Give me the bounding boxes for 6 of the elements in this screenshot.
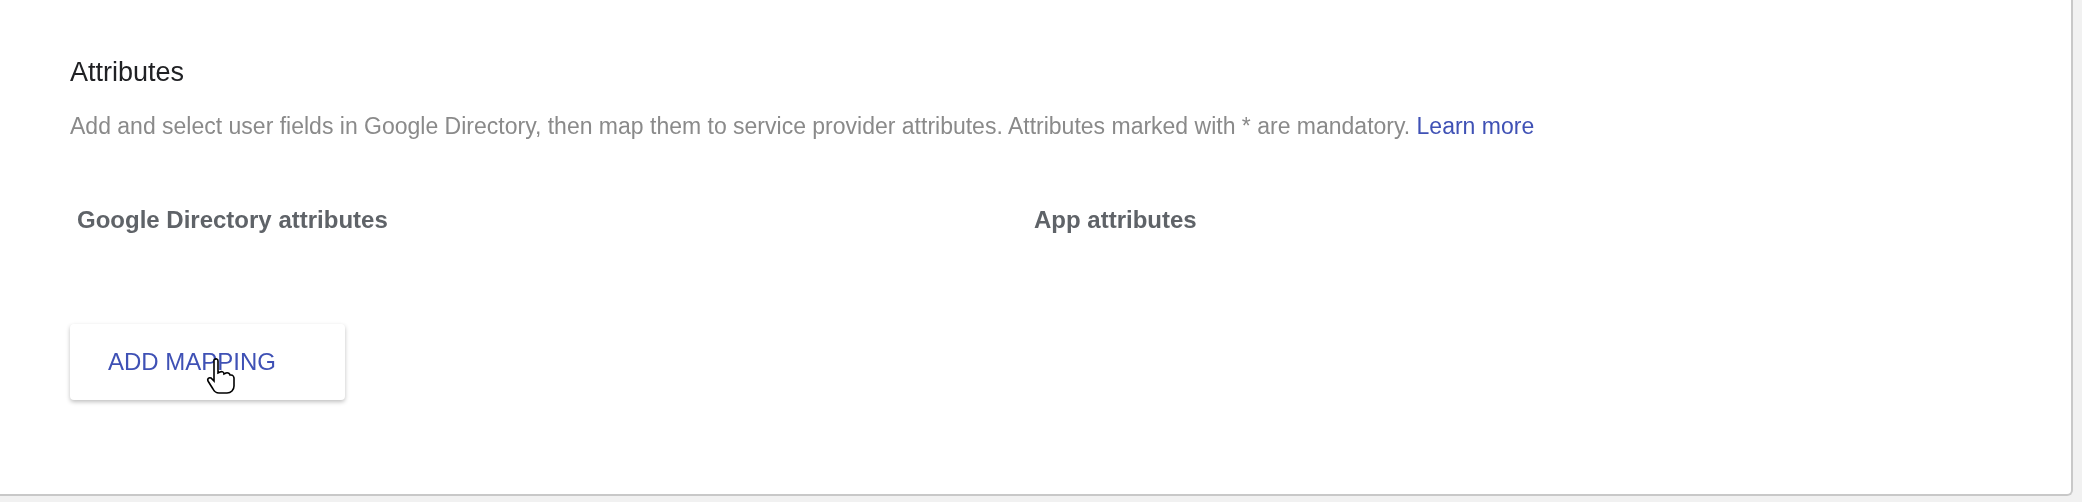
column-header: App attributes — [1034, 206, 1197, 233]
section-description: Add and select user fields in Google Directory, then map them to service provider attributes. Attributes marked with * are mandatory. — [70, 113, 1411, 139]
section-title: Attributes — [70, 56, 186, 89]
column-header: Google Directory attributes — [77, 206, 388, 233]
learn-more-link[interactable]: Learn more — [1416, 113, 1535, 139]
add-mapping-button[interactable]: ADD MAPPING — [70, 324, 345, 400]
